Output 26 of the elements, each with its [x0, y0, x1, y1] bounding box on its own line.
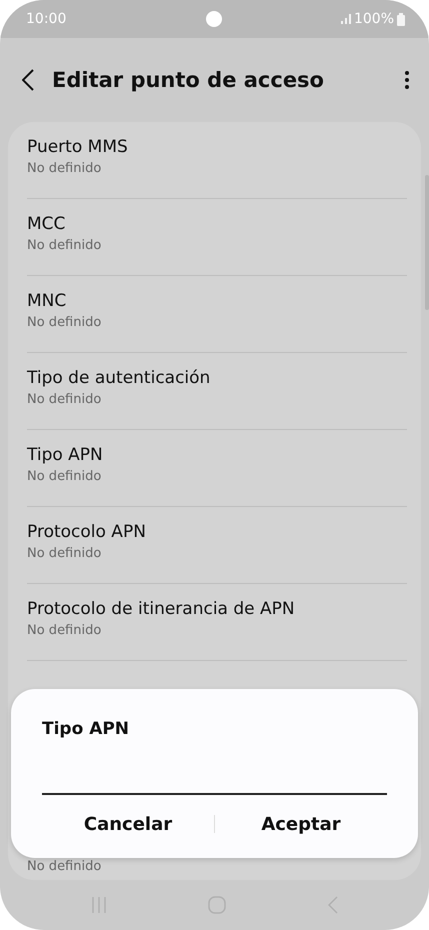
setting-value: No definido — [27, 315, 102, 330]
status-time: 10:00 — [26, 11, 66, 27]
dialog-button[interactable]: Cancelar — [42, 812, 214, 836]
setting-title[interactable]: MCC — [27, 213, 407, 235]
signal-icon — [340, 14, 351, 24]
setting-title[interactable]: Protocolo APN — [27, 521, 407, 543]
dialog-title: Tipo APN — [42, 719, 130, 739]
setting-value: No definido — [27, 161, 102, 176]
setting-title[interactable]: Tipo de autenticación — [27, 367, 407, 389]
setting-title[interactable]: MNC — [27, 290, 407, 312]
more-options-icon[interactable] — [405, 71, 409, 89]
back-icon[interactable] — [22, 69, 34, 91]
setting-title[interactable]: Puerto MMS — [27, 136, 407, 158]
setting-title[interactable]: Protocolo de itinerancia de APN — [27, 598, 407, 620]
battery-percent: 100% — [354, 11, 394, 27]
setting-value: No definido — [27, 238, 102, 253]
setting-title[interactable]: Tipo APN — [27, 444, 407, 466]
page-title: Editar punto de acceso — [52, 68, 325, 92]
setting-value: No definido — [27, 859, 102, 874]
setting-value: No definido — [27, 623, 102, 638]
battery-icon — [397, 12, 405, 26]
setting-value: No definido — [27, 392, 102, 407]
setting-value: No definido — [27, 546, 102, 561]
camera-icon — [206, 11, 222, 27]
dialog-button[interactable]: Aceptar — [215, 812, 387, 836]
setting-value: No definido — [27, 469, 102, 484]
